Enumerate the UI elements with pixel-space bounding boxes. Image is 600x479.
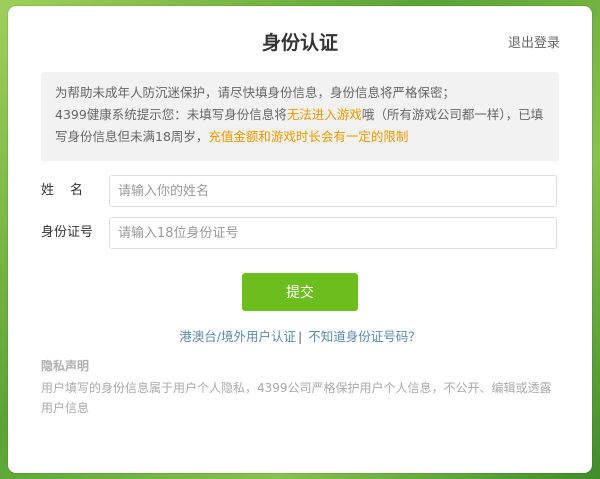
id-row: 身份证号 <box>41 217 559 249</box>
hk-overseas-verification-link[interactable]: 港澳台/境外用户认证 <box>179 329 296 344</box>
unknown-id-link[interactable]: 不知道身份证号码？ <box>308 329 421 344</box>
id-number-input[interactable] <box>109 217 557 249</box>
dialog-title: 身份认证 <box>261 32 338 54</box>
name-input[interactable] <box>109 175 557 207</box>
name-label: 姓名 <box>41 183 100 198</box>
privacy-statement: 隐私声明 用户填写的身份信息属于用户个人隐私，4399公司严格保护用户个人信息，… <box>41 356 561 418</box>
link-separator: | <box>298 329 303 344</box>
notice-box: 为帮助未成年人防沉迷保护，请尽快填身份信息，身份信息将严格保密； 4399健康系统… <box>41 72 559 161</box>
id-label: 身份证号 <box>41 225 94 240</box>
notice-highlight-limits: 充值金额和游戏时长会有一定的限制 <box>208 129 409 144</box>
notice-highlight-no-entry: 无法进入游戏 <box>286 107 362 122</box>
logout-link[interactable]: 退出登录 <box>508 32 560 51</box>
notice-text: 为帮助未成年人防沉迷保护，请尽快填身份信息，身份信息将严格保密； 4399健康系统… <box>41 72 559 148</box>
privacy-heading: 隐私声明 <box>41 359 90 373</box>
submit-button[interactable]: 提交 <box>242 273 358 311</box>
help-links: 港澳台/境外用户认证 | 不知道身份证号码？ <box>8 326 592 345</box>
privacy-text: 用户填写的身份信息属于用户个人隐私，4399公司严格保护用户个人信息，不公开、编… <box>41 381 552 415</box>
identity-verification-dialog: 身份认证 退出登录 为帮助未成年人防沉迷保护，请尽快填身份信息，身份信息将严格保… <box>8 6 592 473</box>
name-row: 姓名 <box>41 175 559 207</box>
notice-line1: 为帮助未成年人防沉迷保护，请尽快填身份信息，身份信息将严格保密； <box>55 85 456 100</box>
notice-line2-prefix: 4399健康系统提示您：未填写身份信息将 <box>55 107 287 122</box>
